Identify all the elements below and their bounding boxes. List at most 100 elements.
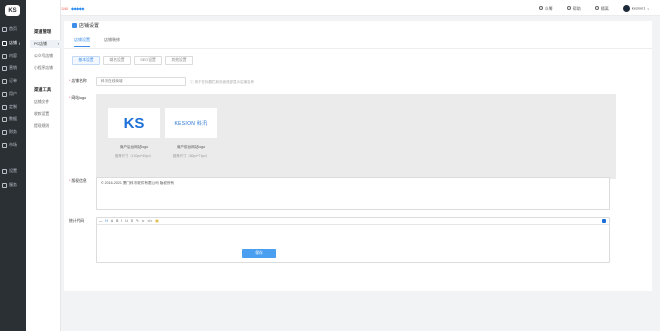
underline-button[interactable]: U bbox=[125, 219, 127, 223]
sidebar-item-3[interactable]: 营销 bbox=[2, 63, 26, 73]
nav-icon bbox=[2, 129, 7, 135]
sidebar-item-label: 营销 bbox=[9, 65, 17, 70]
ks-logo: KS bbox=[123, 114, 145, 132]
sidebar-item-label: 内容 bbox=[9, 53, 17, 58]
font-color-button[interactable]: A bbox=[111, 219, 113, 223]
chevron-down-icon: ⌄ bbox=[646, 5, 650, 11]
nav-icon bbox=[2, 116, 7, 122]
frontend-logo-caption: 商户前台网站logo bbox=[176, 145, 206, 149]
code-button[interactable]: </> bbox=[147, 219, 152, 223]
topbar-link-crowdfund[interactable]: 众筹 bbox=[538, 6, 553, 12]
sidebar-item-label: 财务 bbox=[9, 129, 17, 134]
nav-icon bbox=[2, 91, 7, 97]
shop-name-hint: ⓘ 用于在标题栏和页面底部显示店铺名称 bbox=[190, 80, 254, 84]
sub-navigation: 渠道管理 PC店铺 › 公众号店铺 小程序店铺 渠道工具 店铺文件 收款设置 提现… bbox=[26, 0, 61, 331]
nav-icon bbox=[2, 26, 7, 32]
pen-icon[interactable]: ✎ bbox=[136, 219, 139, 223]
page-title: 店铺设置 bbox=[72, 22, 99, 29]
sidebar-item-5[interactable]: 用户 bbox=[2, 89, 26, 99]
sidebar-item-label: 定制 bbox=[9, 104, 17, 109]
shop-name-input[interactable]: 科汛在线商城 bbox=[96, 77, 186, 86]
app-logo: KS bbox=[5, 5, 20, 16]
sidebar-item-label: 店铺 bbox=[9, 40, 17, 45]
tab-shop-decoration[interactable]: 店铺装修 bbox=[104, 37, 120, 47]
main-panel: 店铺设置 店铺设置 店铺装修 基本设置 域名设置 SEO设置 其他设置 *店铺名… bbox=[64, 21, 652, 291]
sidebar-item-9[interactable]: 市场 bbox=[2, 140, 26, 150]
nav-icon bbox=[2, 168, 7, 174]
stats-code-editor[interactable]: — H A B I U S ✎ ∞ </> ▦ bbox=[96, 217, 610, 263]
sidebar-item-label: 订单 bbox=[9, 78, 17, 83]
subtab-seo[interactable]: SEO设置 bbox=[134, 56, 162, 65]
topbar-link-help[interactable]: 帮助 bbox=[566, 6, 581, 12]
fullscreen-icon[interactable] bbox=[602, 219, 606, 223]
sidebar-item-label: 用户 bbox=[9, 91, 17, 96]
backend-logo-size: 推荐尺寸（120px*40px） bbox=[114, 154, 154, 158]
sidebar-item-6[interactable]: 定制 bbox=[2, 102, 26, 112]
subnav-item-pc-shop[interactable]: PC店铺 › bbox=[30, 40, 61, 48]
bottom-spacing bbox=[64, 291, 652, 331]
subtab-domain[interactable]: 域名设置 bbox=[103, 56, 131, 65]
backend-logo-card[interactable]: KS bbox=[108, 108, 160, 138]
sidebar-item-8[interactable]: 财务 bbox=[2, 127, 26, 137]
subtab-basic[interactable]: 基本设置 bbox=[72, 56, 100, 65]
nav-icon bbox=[2, 182, 7, 188]
image-icon[interactable]: ▦ bbox=[155, 219, 158, 223]
topbar-link-isolate[interactable]: 隔离 bbox=[594, 6, 609, 12]
chevron-right-icon: › bbox=[57, 42, 59, 46]
editor-toolbar: — H A B I U S ✎ ∞ </> ▦ bbox=[97, 218, 609, 225]
top-bar: 短信剩余数: 5340 ◆◆◆◆◆ 众筹 帮助 隔离 kesion1 ⌄ bbox=[26, 0, 660, 16]
sidebar-item-10[interactable]: 设置 bbox=[2, 166, 26, 176]
subtab-other[interactable]: 其他设置 bbox=[165, 56, 193, 65]
copyright-label: *版权信息 bbox=[69, 179, 87, 183]
logo-label: *网站logo bbox=[69, 96, 87, 100]
sidebar-item-badge: I bbox=[19, 40, 21, 46]
nav-icon bbox=[2, 40, 7, 46]
bold-button[interactable]: B bbox=[116, 219, 118, 223]
stats-code-label: 统计代码 bbox=[69, 219, 85, 223]
main-sidebar: KS 首页店铺 I 内容营销订单用户定制数据财务市场设置服务 bbox=[0, 0, 26, 331]
frontend-logo-card[interactable]: KESION 科汛 bbox=[165, 108, 217, 138]
link-icon[interactable]: ∞ bbox=[142, 219, 144, 223]
globe-icon bbox=[538, 6, 543, 11]
strike-button[interactable]: S bbox=[131, 219, 133, 223]
shop-name-label: *店铺名称 bbox=[69, 79, 87, 83]
sidebar-item-11[interactable]: 服务 bbox=[2, 180, 26, 190]
subnav-item-withdraw-rules[interactable]: 提现规则 bbox=[34, 124, 49, 129]
hr-button[interactable]: — bbox=[99, 219, 102, 223]
nav-icon bbox=[2, 78, 7, 84]
subnav-item-wechat-shop[interactable]: 公众号店铺 bbox=[34, 54, 53, 59]
frontend-logo-size: 推荐尺寸（80px*71px） bbox=[172, 154, 210, 158]
copyright-textarea[interactable]: © 2016-2021 厦门科汛软件有限公司 版权所有 bbox=[96, 177, 610, 210]
subnav-section-tools: 渠道工具 bbox=[34, 87, 52, 92]
italic-button[interactable]: I bbox=[121, 219, 122, 223]
sidebar-item-label: 服务 bbox=[9, 182, 17, 187]
top-links: 众筹 帮助 隔离 kesion1 ⌄ bbox=[538, 5, 650, 12]
subnav-item-shop-files[interactable]: 店铺文件 bbox=[34, 100, 49, 105]
sidebar-item-2[interactable]: 内容 bbox=[2, 51, 26, 61]
nav-icon bbox=[2, 104, 7, 110]
page-tabs: 店铺设置 店铺装修 bbox=[74, 37, 120, 47]
sidebar-item-4[interactable]: 订单 bbox=[2, 76, 26, 86]
settings-subtabs: 基本设置 域名设置 SEO设置 其他设置 bbox=[72, 56, 193, 65]
nav-icon bbox=[2, 65, 7, 71]
logo-upload-area: KS 商户后台网站logo 推荐尺寸（120px*40px） KESION 科汛… bbox=[96, 94, 616, 179]
nav-icon bbox=[2, 53, 7, 59]
tab-divider bbox=[64, 48, 652, 49]
subnav-item-miniprogram-shop[interactable]: 小程序店铺 bbox=[34, 66, 53, 71]
level-diamonds: ◆◆◆◆◆ bbox=[71, 5, 84, 11]
save-button[interactable]: 保存 bbox=[242, 249, 276, 258]
heading-button[interactable]: H bbox=[105, 219, 107, 223]
user-menu[interactable]: kesion1 ⌄ bbox=[622, 5, 650, 12]
help-icon bbox=[566, 6, 571, 11]
sidebar-item-7[interactable]: 数据 bbox=[2, 114, 26, 124]
nav-icon bbox=[2, 142, 7, 148]
sidebar-item-label: 市场 bbox=[9, 142, 17, 147]
kesion-logo: KESION 科汛 bbox=[174, 120, 208, 127]
sidebar-item-label: 数据 bbox=[9, 116, 17, 121]
sidebar-item-0[interactable]: 首页 bbox=[2, 24, 26, 34]
sidebar-item-label: 首页 bbox=[9, 26, 17, 31]
subnav-item-payment[interactable]: 收款设置 bbox=[34, 112, 49, 117]
sidebar-item-1[interactable]: 店铺 I bbox=[2, 38, 26, 48]
tab-shop-settings[interactable]: 店铺设置 bbox=[74, 37, 90, 47]
subnav-section-channels: 渠道管理 bbox=[34, 29, 52, 34]
